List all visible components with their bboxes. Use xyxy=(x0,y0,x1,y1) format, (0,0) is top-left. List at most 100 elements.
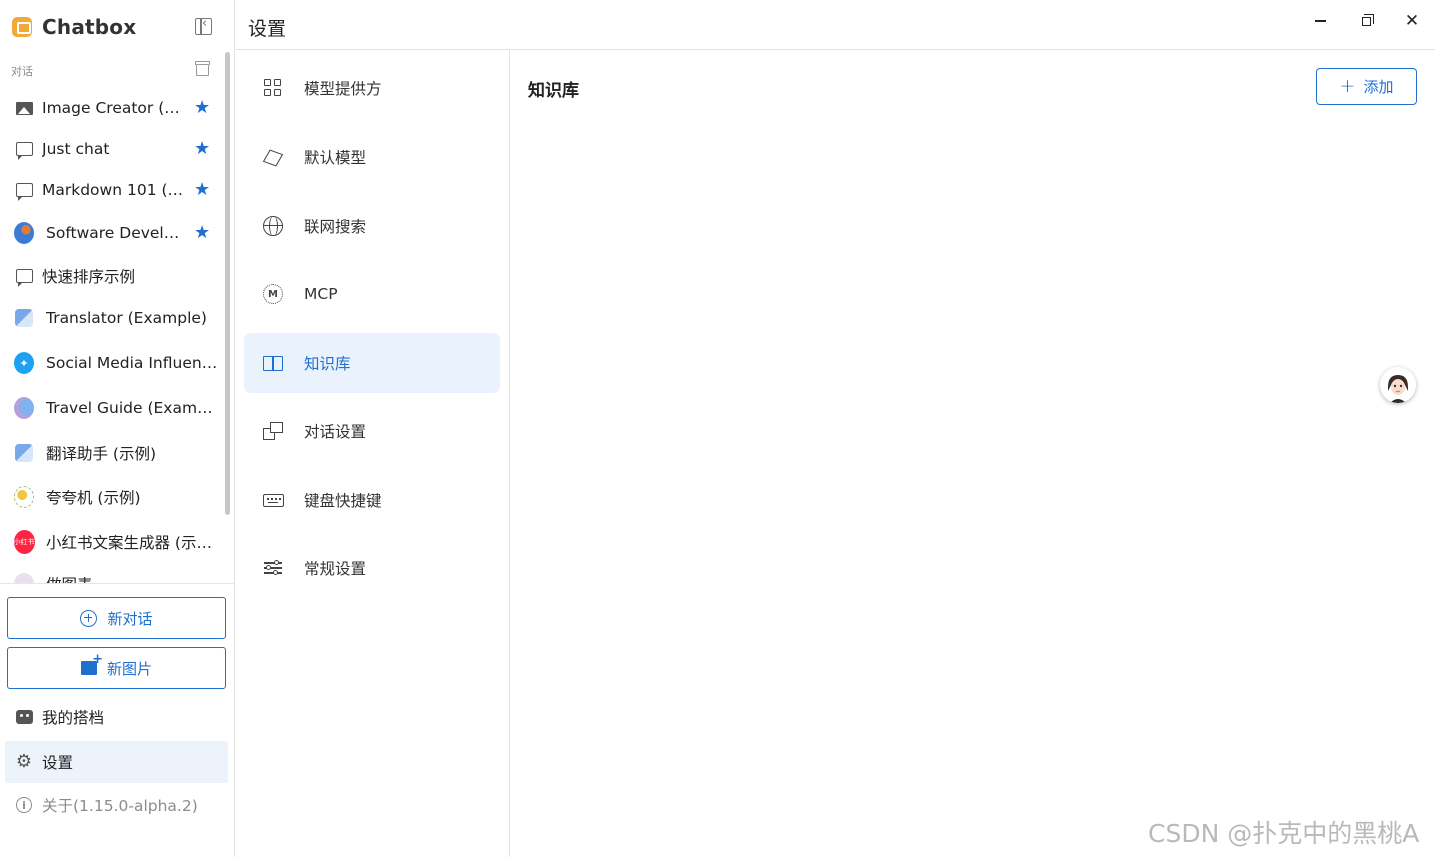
restore-button[interactable] xyxy=(1352,10,1380,32)
nav-label: 默认模型 xyxy=(304,149,367,167)
globe-icon xyxy=(262,215,284,237)
about-label: 关于(1.15.0-alpha.2) xyxy=(42,797,198,815)
conversation-title: Social Media Influenc… xyxy=(46,354,218,372)
chat-bubble-icon xyxy=(14,266,34,287)
new-chat-button[interactable]: 新对话 xyxy=(7,597,226,639)
conversation-title: 夸夸机 (示例) xyxy=(46,489,141,507)
brand: Chatbox xyxy=(12,14,136,40)
my-copilots-label: 我的搭档 xyxy=(42,709,105,727)
add-knowledge-base-button[interactable]: + 添加 xyxy=(1316,68,1417,105)
conversation-title: 快速排序示例 xyxy=(42,268,136,286)
close-button[interactable]: ✕ xyxy=(1398,10,1426,32)
chatbox-logo-icon xyxy=(12,17,32,37)
nav-item-model-providers[interactable]: 模型提供方 xyxy=(244,58,500,118)
my-copilots-item[interactable]: 我的搭档 xyxy=(5,696,228,738)
conversation-item[interactable]: Translator (Example) xyxy=(0,300,222,336)
minimize-icon xyxy=(1314,20,1326,22)
section-title: 知识库 xyxy=(528,81,579,101)
robot-icon xyxy=(15,708,33,726)
book-icon xyxy=(262,352,284,374)
cube-icon xyxy=(262,146,284,168)
conversation-list: Image Creator (E… ★ Just chat ★ Markdown… xyxy=(0,88,222,583)
image-icon xyxy=(14,98,34,118)
new-image-button[interactable]: 新图片 xyxy=(7,647,226,689)
conversation-item[interactable]: 翻译助手 (示例) xyxy=(0,435,222,471)
nav-label: 对话设置 xyxy=(304,423,367,441)
assistant-avatar[interactable] xyxy=(1380,367,1416,403)
chat-bubble-icon xyxy=(14,139,34,160)
developer-avatar xyxy=(14,222,34,244)
add-button-label: 添加 xyxy=(1363,78,1394,96)
app-name: Chatbox xyxy=(42,15,137,39)
conversation-title: Just chat xyxy=(42,140,110,158)
conversation-title: Markdown 101 (… xyxy=(42,181,184,199)
conversation-item[interactable]: 夸夸机 (示例) xyxy=(0,479,222,515)
nav-label: 联网搜索 xyxy=(304,218,367,236)
twitter-avatar: ✦ xyxy=(14,352,34,374)
conversation-item[interactable]: Image Creator (E… ★ xyxy=(0,90,222,126)
nav-item-general-settings[interactable]: 常规设置 xyxy=(244,538,500,598)
chat-bubble-icon xyxy=(14,180,34,201)
info-icon: i xyxy=(15,796,33,814)
page-title: 设置 xyxy=(248,18,287,40)
conversation-title: Travel Guide (Example) xyxy=(46,399,218,417)
gear-icon: ⚙ xyxy=(15,751,33,772)
settings-item[interactable]: ⚙ 设置 xyxy=(5,741,228,783)
nav-label: MCP xyxy=(304,285,338,303)
about-item[interactable]: i 关于(1.15.0-alpha.2) xyxy=(5,784,228,826)
nav-item-chat-settings[interactable]: 对话设置 xyxy=(244,401,500,461)
conversation-item[interactable]: ✦ Social Media Influenc… xyxy=(0,345,222,381)
star-icon[interactable]: ★ xyxy=(194,224,210,242)
grid-icon xyxy=(262,77,284,99)
add-image-icon xyxy=(80,652,103,675)
knowledge-base-panel: 知识库 + 添加 xyxy=(510,50,1435,857)
conversation-item[interactable]: 做图表 xyxy=(0,566,222,583)
star-icon[interactable]: ★ xyxy=(194,181,210,199)
restore-icon xyxy=(1361,13,1374,26)
conversation-item[interactable]: Markdown 101 (… ★ xyxy=(0,172,222,208)
archive-icon[interactable] xyxy=(195,61,210,76)
conversation-title: 做图表 xyxy=(46,573,218,583)
praise-avatar xyxy=(14,486,34,508)
divider xyxy=(0,583,234,584)
new-image-label: 新图片 xyxy=(106,659,152,678)
conversation-title: Translator (Example) xyxy=(46,309,207,327)
star-icon[interactable]: ★ xyxy=(194,140,210,158)
conversation-title: 小红书文案生成器 (示… xyxy=(46,534,212,552)
conversation-item[interactable]: Travel Guide (Example) xyxy=(0,390,222,426)
conversations-section-label: 对话 xyxy=(11,65,33,78)
settings-label: 设置 xyxy=(42,754,74,772)
sidebar-scrollbar[interactable] xyxy=(225,52,230,515)
conversation-title: 翻译助手 (示例) xyxy=(46,445,157,463)
translator-avatar xyxy=(14,308,34,328)
chat-settings-icon xyxy=(262,420,284,442)
conversation-item[interactable]: Just chat ★ xyxy=(0,131,222,167)
nav-item-mcp[interactable]: M MCP xyxy=(244,264,500,324)
translator-avatar xyxy=(14,443,34,463)
mcp-icon: M xyxy=(262,283,284,305)
header: 设置 ✕ xyxy=(235,0,1435,50)
conversation-item[interactable]: Software Develo… ★ xyxy=(0,215,222,251)
nav-item-keyboard-shortcuts[interactable]: 键盘快捷键 xyxy=(244,470,500,530)
minimize-button[interactable] xyxy=(1306,10,1334,32)
collapse-sidebar-icon[interactable] xyxy=(195,16,212,35)
sidebar: Chatbox 对话 Image Creator (E… ★ Just chat… xyxy=(0,0,235,857)
settings-nav: 模型提供方 默认模型 联网搜索 M MCP 知识库 对话设置 键盘快捷键 常规设… xyxy=(235,50,510,857)
chart-avatar xyxy=(14,573,34,583)
nav-item-web-search[interactable]: 联网搜索 xyxy=(244,196,500,256)
xiaohongshu-avatar: 小红书 xyxy=(13,530,35,554)
nav-item-default-model[interactable]: 默认模型 xyxy=(244,127,500,187)
close-icon: ✕ xyxy=(1404,10,1420,31)
keyboard-icon xyxy=(262,489,284,511)
nav-label: 模型提供方 xyxy=(304,80,382,98)
travel-avatar xyxy=(14,397,34,419)
app-window: Chatbox 对话 Image Creator (E… ★ Just chat… xyxy=(0,0,1435,857)
star-icon[interactable]: ★ xyxy=(194,99,210,117)
conversation-item[interactable]: 快速排序示例 xyxy=(0,258,222,294)
nav-label: 常规设置 xyxy=(304,560,367,578)
nav-item-knowledge-base[interactable]: 知识库 xyxy=(244,333,500,393)
nav-label: 键盘快捷键 xyxy=(304,492,382,510)
new-chat-label: 新对话 xyxy=(107,609,153,628)
conversation-item[interactable]: 小红书 小红书文案生成器 (示… xyxy=(0,524,222,560)
conversation-title: Software Develo… xyxy=(46,224,186,242)
